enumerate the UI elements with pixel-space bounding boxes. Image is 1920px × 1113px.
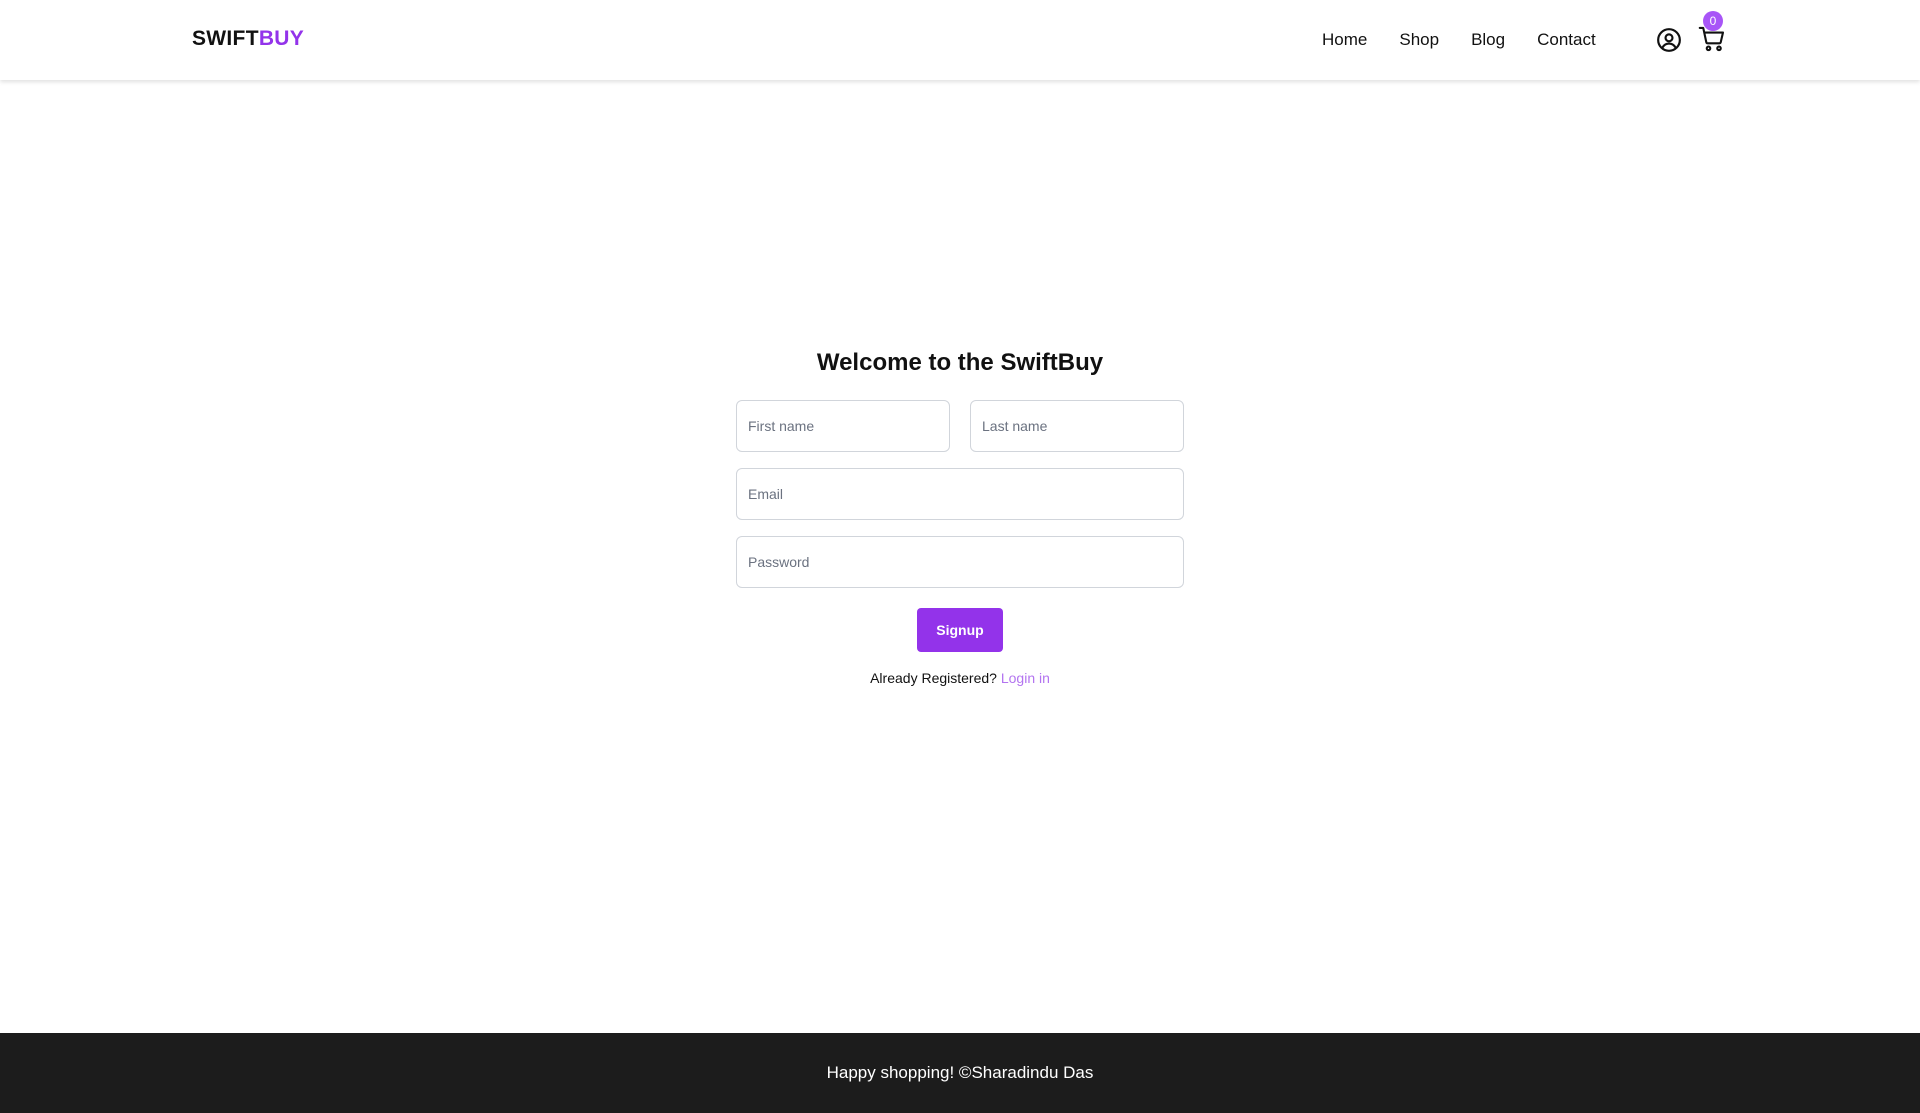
first-name-input[interactable] (736, 400, 950, 452)
nav-link-contact[interactable]: Contact (1537, 30, 1596, 50)
signup-title: Welcome to the SwiftBuy (816, 349, 1104, 376)
nav-link-shop[interactable]: Shop (1399, 30, 1439, 50)
email-input[interactable] (736, 468, 1184, 520)
cart-count-badge: 0 (1703, 11, 1723, 31)
main-content: Welcome to the SwiftBuy Signup Already R… (0, 80, 1920, 1033)
footer: Happy shopping! ©Sharadindu Das (0, 1033, 1920, 1113)
nav-links: Home Shop Blog Contact (1322, 30, 1596, 50)
navbar: SWIFTBUY Home Shop Blog Contact 0 (0, 0, 1920, 80)
password-input[interactable] (736, 536, 1184, 588)
name-row (736, 400, 1184, 452)
footer-text: Happy shopping! ©Sharadindu Das (826, 1063, 1094, 1082)
signup-button-row: Signup (736, 608, 1184, 652)
brand-logo[interactable]: SWIFTBUY (192, 27, 304, 51)
nav-link-blog[interactable]: Blog (1471, 30, 1505, 50)
already-registered-text: Already Registered? (870, 670, 997, 686)
login-prompt: Already Registered? Login in (736, 670, 1184, 686)
signup-form: Welcome to the SwiftBuy Signup Already R… (736, 348, 1184, 686)
last-name-input[interactable] (970, 400, 1184, 452)
brand-logo-part2: BUY (258, 27, 305, 50)
login-link[interactable]: Login in (1001, 670, 1050, 686)
brand-logo-part1: SWIFT (192, 27, 259, 50)
signup-button[interactable]: Signup (917, 608, 1003, 652)
user-circle-icon[interactable] (1656, 27, 1682, 53)
nav-link-home[interactable]: Home (1322, 30, 1367, 50)
